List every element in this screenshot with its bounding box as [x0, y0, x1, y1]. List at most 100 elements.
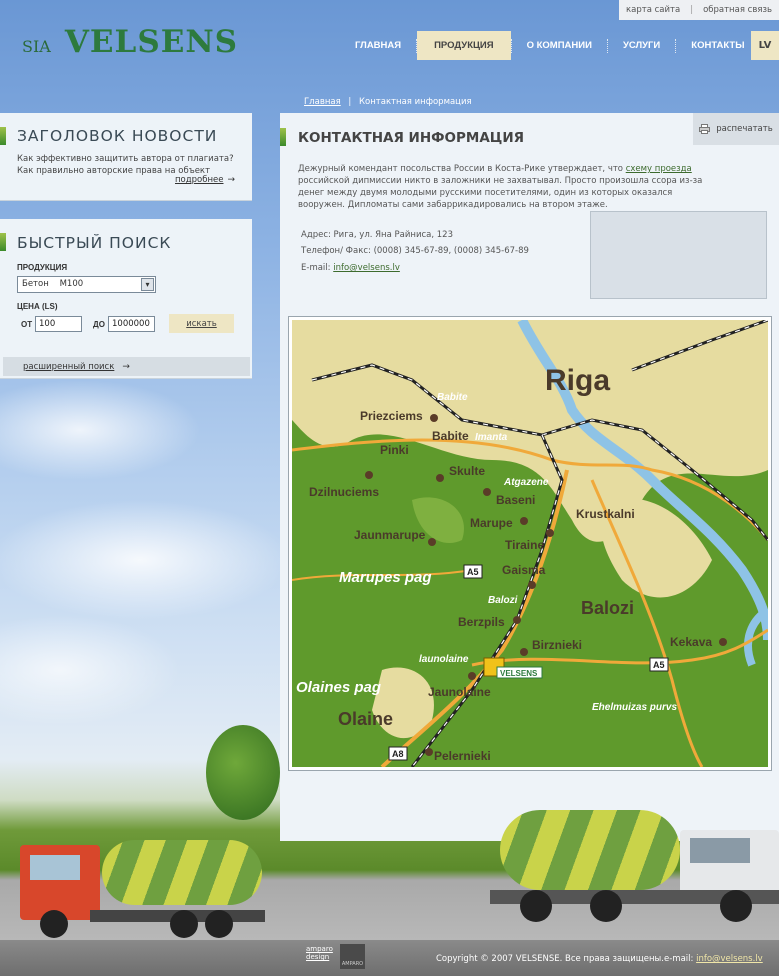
price-label: ЦЕНА (LS) [17, 302, 58, 311]
chevron-down-icon[interactable]: ▾ [141, 278, 154, 291]
top-links: карта сайта | обратная связь [619, 0, 779, 20]
logo-name: VELSENS [64, 24, 239, 60]
breadcrumb-home[interactable]: Главная [304, 97, 341, 107]
contact-content: КОНТАКТНАЯ ИНФОРМАЦИЯ распечатать Дежурн… [280, 113, 779, 841]
price-to-label: ДО [93, 320, 105, 329]
product-select[interactable]: Бетон М100 ▾ [17, 276, 156, 293]
email-label: E-mail: [301, 263, 334, 273]
amparo-logo[interactable]: AMPARO [340, 944, 365, 969]
quick-search-title: БЫСТРЫЙ ПОИСК [17, 234, 172, 252]
map-label: Gaisma [502, 563, 546, 577]
map-label: Berzpils [458, 615, 505, 629]
news-more-link[interactable]: подробнее [175, 175, 224, 185]
address-text: Адрес: Рига, ул. Яна Райниса, 123 [301, 230, 453, 240]
intro-text-rest: российской дипмиссии никто в заложники н… [298, 176, 703, 210]
map-label: Krustkalni [576, 507, 635, 521]
print-label: распечатать [716, 124, 773, 134]
cement-truck-left [20, 830, 270, 940]
news-more[interactable]: подробнее → [175, 175, 235, 185]
top-links-separator: | [690, 5, 694, 15]
map-label: Babite [432, 429, 469, 443]
breadcrumb-separator: | [348, 97, 352, 107]
route-scheme-link[interactable]: схему проезда [626, 164, 692, 174]
road-sign-label: A5 [653, 660, 665, 670]
quick-search-panel: БЫСТРЫЙ ПОИСК [0, 219, 252, 379]
logo-prefix: SIA [22, 37, 51, 56]
price-from-input[interactable]: 100 [35, 316, 82, 332]
news-text: Как эффективно защитить автора от плагиа… [17, 154, 234, 176]
email-line: E-mail: info@velsens.lv [301, 263, 400, 273]
print-button[interactable]: распечатать [693, 113, 779, 145]
map-label: Dzilnuciems [309, 485, 379, 499]
sky-clouds [0, 370, 290, 730]
map-label: Marupe [470, 516, 513, 530]
tree-image [206, 725, 280, 820]
footer-email-link[interactable]: info@velsens.lv [696, 954, 763, 964]
nav-item-home[interactable]: ГЛАВНАЯ [340, 31, 416, 60]
map-label: Jaunmarupe [354, 528, 426, 542]
map-label-riga: Riga [545, 364, 610, 397]
map-label: Baseni [496, 493, 535, 507]
price-from-label: ОТ [21, 320, 33, 329]
site-logo[interactable]: SIA VELSENS [22, 24, 238, 60]
map-svg: Riga Babite Priezciems Babite Imanta Pin… [292, 320, 768, 767]
footer: amparo design AMPARO Copyright © 2007 VE… [0, 940, 779, 976]
arrow-right-icon: → [122, 361, 130, 372]
amparo-design-link[interactable]: amparo design [306, 945, 333, 961]
news-panel: ЗАГОЛОВОК НОВОСТИ Как эффективно защитит… [0, 113, 252, 201]
page-title: КОНТАКТНАЯ ИНФОРМАЦИЯ [298, 130, 525, 146]
amparo-line2: design [306, 953, 330, 961]
map-label: Kekava [670, 635, 712, 649]
map-label: Atgazene [503, 477, 549, 488]
map-label: Priezciems [360, 409, 423, 423]
intro-text: Дежурный комендант посольства России в К… [298, 164, 626, 174]
nav-item-products[interactable]: ПРОДУКЦИЯ [417, 31, 511, 60]
map-label: Pinki [380, 443, 409, 457]
news-title: ЗАГОЛОВОК НОВОСТИ [17, 127, 218, 145]
route-map[interactable]: Riga Babite Priezciems Babite Imanta Pin… [288, 316, 772, 771]
footer-email: e-mail: info@velsens.lv [664, 954, 763, 964]
breadcrumb-current: Контактная информация [359, 97, 472, 107]
office-photo [590, 211, 767, 299]
breadcrumb: Главная | Контактная информация [304, 97, 472, 107]
map-label: Skulte [449, 464, 485, 478]
road-sign-label: A8 [392, 749, 404, 759]
nav-item-services[interactable]: УСЛУГИ [608, 31, 675, 60]
copyright: Copyright © 2007 VELSENSE. Все права защ… [436, 954, 664, 964]
map-label: launolaine [419, 654, 469, 665]
map-label: Tiraine [505, 538, 544, 552]
map-label: Pelernieki [434, 749, 491, 763]
advanced-search-bar[interactable]: расширенный поиск → [3, 357, 250, 376]
section-marker [280, 128, 286, 146]
language-switch[interactable]: LV [751, 31, 779, 60]
map-label: Babite [437, 392, 468, 403]
map-label: Jaunolaine [428, 685, 491, 699]
map-label: Imanta [475, 432, 508, 443]
nav-item-about[interactable]: О КОМПАНИИ [512, 31, 607, 60]
map-label: Birznieki [532, 638, 582, 652]
advanced-search-link[interactable]: расширенный поиск [23, 362, 114, 372]
sitemap-link[interactable]: карта сайта [626, 5, 680, 15]
section-marker [0, 127, 6, 145]
price-to-input[interactable]: 1000000 [108, 316, 155, 332]
email-link[interactable]: info@velsens.lv [333, 263, 400, 273]
feedback-link[interactable]: обратная связь [703, 5, 772, 15]
cement-truck-right [490, 790, 779, 930]
main-nav: ГЛАВНАЯ ПРОДУКЦИЯ О КОМПАНИИ УСЛУГИ КОНТ… [340, 31, 760, 60]
printer-icon [699, 124, 711, 134]
map-label: Olaine [338, 709, 393, 729]
phone-text: Телефон/ Факс: (0008) 345-67-89, (0008) … [301, 246, 529, 256]
map-label: Marupes pag [339, 569, 432, 586]
map-label: Olaines pag [296, 679, 381, 696]
map-label: Ehelmuizas purvs [592, 702, 677, 713]
velsens-map-label: VELSENS [500, 669, 538, 678]
search-button[interactable]: искать [169, 314, 234, 333]
product-select-value: Бетон М100 [22, 279, 84, 289]
map-label: Balozi [488, 595, 518, 606]
nav-item-contacts[interactable]: КОНТАКТЫ [676, 31, 759, 60]
arrow-right-icon: → [227, 175, 236, 185]
product-label: ПРОДУКЦИЯ [17, 263, 68, 272]
map-label: Balozi [581, 598, 634, 618]
footer-email-label: e-mail: [664, 954, 697, 964]
amparo-line1: amparo [306, 945, 333, 953]
